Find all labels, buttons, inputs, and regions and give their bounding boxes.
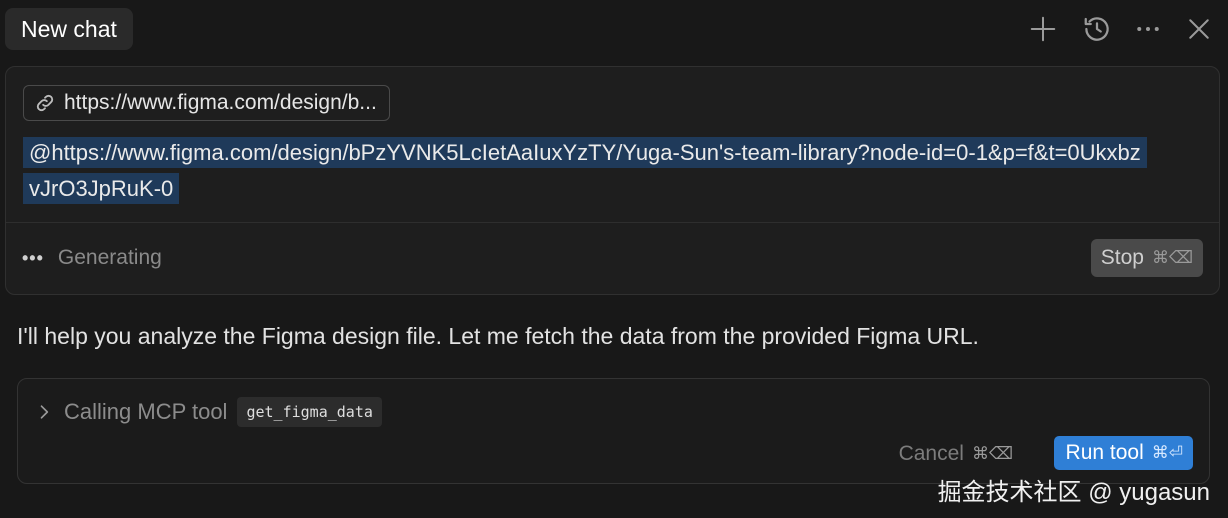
tool-call-label: Calling MCP tool (64, 399, 228, 424)
tool-call-header[interactable]: Calling MCP tool get_figma_data (34, 395, 382, 429)
stop-shortcut: ⌘⌫ (1151, 248, 1193, 267)
loading-dots-icon: ••• (22, 247, 44, 268)
tab-new-chat[interactable]: New chat (5, 8, 133, 50)
watermark: 掘金技术社区 @ yugasun (937, 479, 1210, 506)
run-tool-label: Run tool (1065, 441, 1144, 464)
close-icon[interactable] (1182, 12, 1216, 46)
run-tool-shortcut: ⌘⏎ (1151, 443, 1183, 462)
mention-highlight: @https://www.figma.com/design/bPzYVNK5Lc… (23, 137, 1147, 204)
chat-header: New chat (0, 0, 1228, 60)
generating-status: ••• Generating (22, 240, 162, 276)
stop-label: Stop (1100, 246, 1144, 269)
run-tool-button[interactable]: Run tool ⌘⏎ (1053, 436, 1193, 470)
url-context-chip[interactable]: https://www.figma.com/design/b... (23, 85, 390, 121)
tool-name-badge: get_figma_data (237, 397, 382, 427)
compose-divider (6, 222, 1219, 223)
tool-call-card: Calling MCP tool get_figma_data Cancel ⌘… (17, 378, 1210, 484)
assistant-message: I'll help you analyze the Figma design f… (17, 323, 979, 349)
mention-text[interactable]: @https://www.figma.com/design/bPzYVNK5Lc… (23, 135, 1148, 207)
compose-box[interactable]: https://www.figma.com/design/b... @https… (5, 66, 1220, 295)
status-text: Generating (57, 246, 162, 269)
cancel-shortcut: ⌘⌫ (971, 444, 1013, 463)
url-chip-label: https://www.figma.com/design/b... (64, 91, 377, 114)
stop-button[interactable]: Stop ⌘⌫ (1090, 239, 1203, 277)
cancel-button[interactable]: Cancel ⌘⌫ (899, 437, 1013, 471)
history-icon[interactable] (1080, 12, 1114, 46)
plus-icon[interactable] (1026, 12, 1060, 46)
link-icon (36, 94, 54, 112)
cancel-label: Cancel (898, 442, 964, 465)
chevron-right-icon (40, 405, 49, 419)
more-icon[interactable] (1131, 12, 1165, 46)
